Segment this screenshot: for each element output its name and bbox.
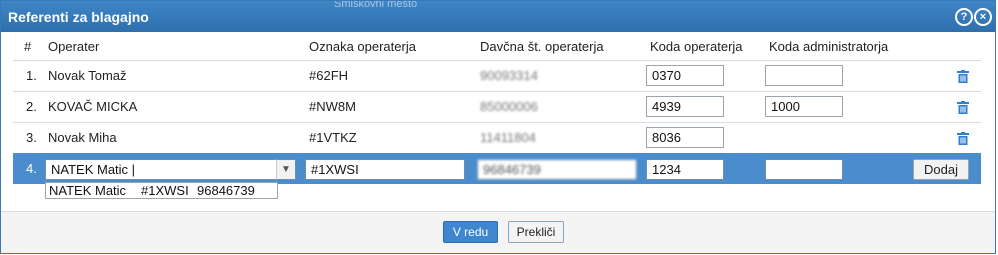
row-number: 2. [26,99,37,114]
operater-name: Novak Miha [48,130,117,145]
header-koda-admin: Koda administratorja [769,39,889,54]
dialog-footer: V redu Prekliči [1,211,995,253]
oznaka-operaterja: #1VTKZ [309,130,357,145]
referenti-dialog: Smiskovni mesto Referenti za blagajno ? … [0,0,996,254]
cancel-button[interactable]: Prekliči [508,221,564,243]
davcna-stevilka: 11411804 [480,130,536,145]
chevron-down-icon[interactable]: ▼ [276,159,296,180]
header-koda: Koda operaterja [650,39,743,54]
table-header: # Operater Oznaka operaterja Davčna št. … [13,33,981,60]
koda-administratorja-input[interactable] [765,65,843,86]
oznaka-operaterja: #NW8M [309,99,356,114]
row-number: 3. [26,130,37,145]
background-window-text: Smiskovni mesto [334,1,418,9]
davcna-stevilka-input[interactable]: 96846739 [477,159,637,180]
koda-operaterja-input[interactable]: 8036 [646,127,724,148]
header-number: # [24,39,32,54]
trash-icon[interactable] [957,70,969,83]
oznaka-operaterja-input[interactable]: #1XWSI [305,159,465,180]
header-operater: Operater [48,39,100,54]
ok-button[interactable]: V redu [443,221,498,243]
new-operator-row: 4. NATEK Matic | ▼ #1XWSI 96846739 1234 … [13,153,981,184]
close-icon[interactable]: × [974,8,992,26]
table-row: 3. Novak Miha #1VTKZ 11411804 8036 [13,122,981,154]
autocomplete-suggestion[interactable]: NATEK Matic #1XWSI 96846739 [45,182,278,199]
help-icon[interactable]: ? [955,8,973,26]
add-button[interactable]: Dodaj [913,159,969,180]
operators-table: # Operater Oznaka operaterja Davčna št. … [13,33,981,184]
koda-operaterja-input[interactable]: 0370 [646,65,724,86]
oznaka-operaterja: #62FH [309,68,349,83]
koda-administratorja-input[interactable]: 1000 [765,96,843,117]
header-davcna: Davčna št. operaterja [480,39,604,54]
koda-operaterja-input[interactable]: 1234 [646,159,724,180]
dialog-title: Referenti za blagajno [8,9,149,25]
koda-administratorja-input[interactable] [765,159,843,180]
davcna-stevilka: 85000006 [480,99,538,114]
table-row: 1. Novak Tomaž #62FH 90093314 0370 [13,60,981,92]
table-row: 2. KOVAČ MICKA #NW8M 85000006 4939 1000 [13,91,981,123]
operater-combo-input[interactable]: NATEK Matic | [45,159,277,180]
davcna-stevilka: 90093314 [480,68,538,83]
suggestion-name: NATEK Matic [49,183,127,198]
header-oznaka: Oznaka operaterja [309,39,416,54]
suggestion-oznaka: #1XWSI [141,183,189,198]
row-number: 1. [26,68,37,83]
trash-icon[interactable] [957,101,969,114]
suggestion-davcna: 96846739 [197,183,255,198]
koda-operaterja-input[interactable]: 4939 [646,96,724,117]
dialog-titlebar: Smiskovni mesto Referenti za blagajno ? … [1,1,995,32]
row-number: 4. [26,161,37,176]
operater-name: Novak Tomaž [48,68,127,83]
operater-name: KOVAČ MICKA [48,99,138,114]
trash-icon[interactable] [957,132,969,145]
